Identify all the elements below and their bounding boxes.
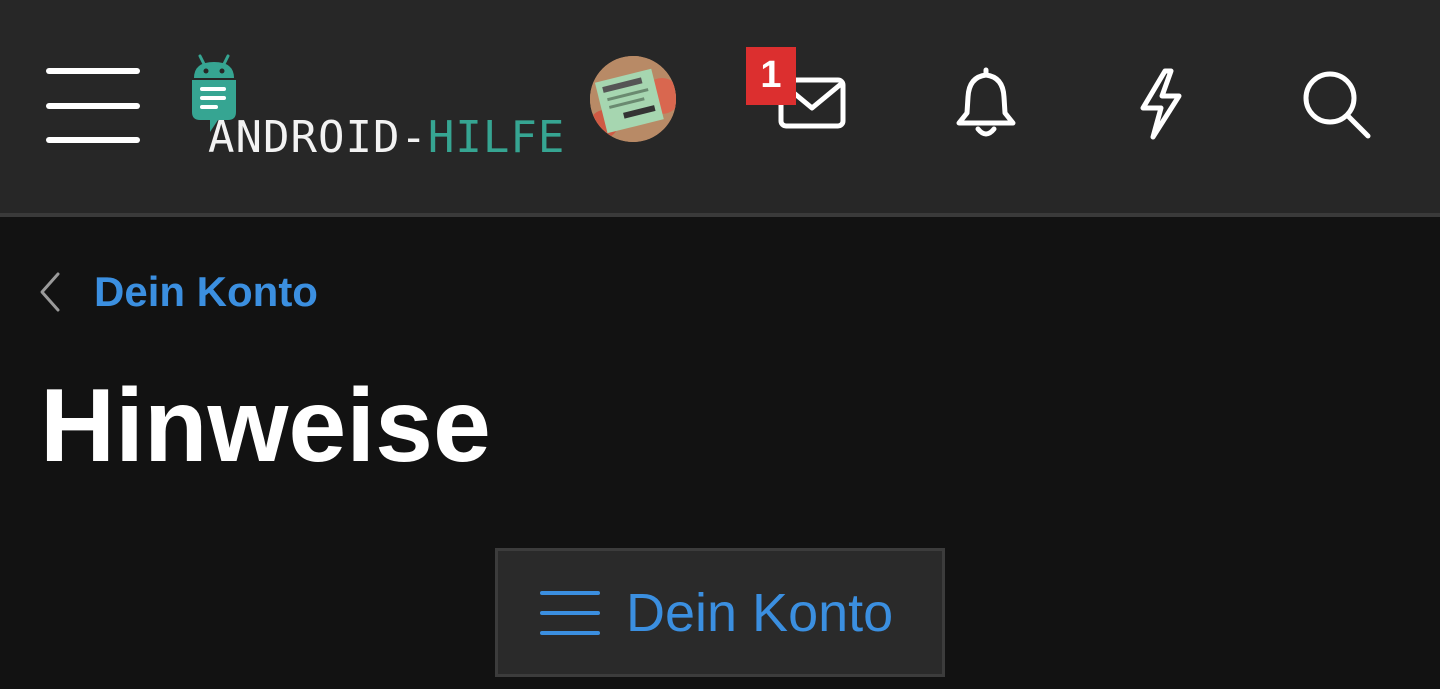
breadcrumb-link-dein-konto[interactable]: Dein Konto [94,268,318,316]
header-divider [0,213,1440,217]
user-avatar[interactable] [590,56,676,142]
bell-icon [956,67,1016,137]
notifications-button[interactable] [940,58,1032,150]
breadcrumb[interactable]: Dein Konto [36,262,318,322]
site-logo[interactable]: ANDROID-HILFE [188,50,564,170]
whats-new-button[interactable] [1114,58,1206,150]
page-title: Hinweise [40,368,491,484]
search-button[interactable] [1290,58,1382,150]
messages-count-badge: 1 [746,47,796,105]
section-button-label: Dein Konto [626,582,894,643]
top-navigation-bar: ANDROID-HILFE 1 [0,0,1440,213]
account-section-menu-button[interactable]: Dein Konto [495,548,945,677]
lightning-icon [1140,68,1182,140]
list-menu-icon [540,590,600,635]
logo-text: ANDROID-HILFE [208,112,565,163]
search-icon [1303,71,1371,139]
logo-text-part2: HILFE [427,112,566,163]
hamburger-menu-icon[interactable] [46,68,142,144]
chevron-left-icon [40,272,60,312]
logo-text-part1: ANDROID- [208,112,428,163]
avatar-image [590,56,676,142]
